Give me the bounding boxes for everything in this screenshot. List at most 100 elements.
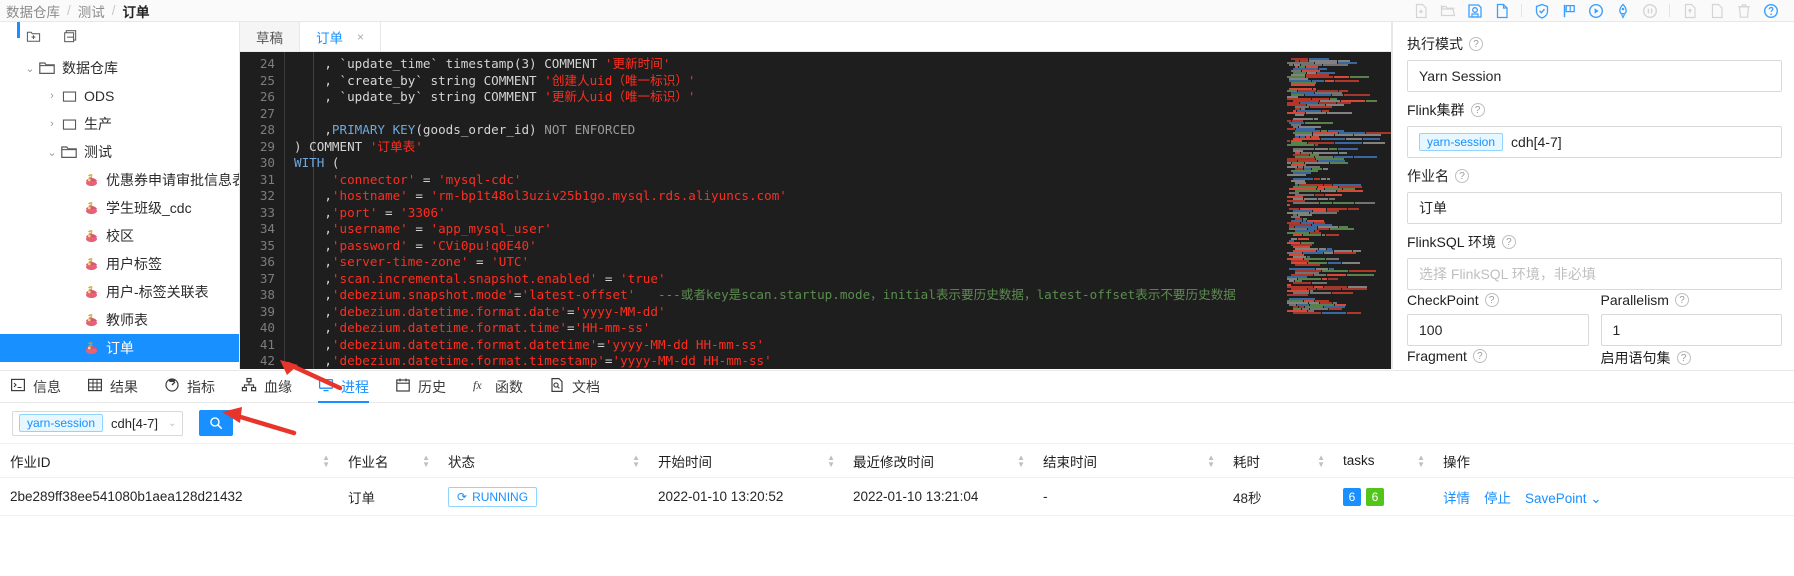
tab-lineage[interactable]: 血缘	[241, 371, 292, 403]
tree-caret[interactable]: ⌄	[22, 62, 38, 75]
code-lines[interactable]: , `update_time` timestamp(3) COMMENT '更新…	[284, 52, 1392, 369]
editor-tab-订单[interactable]: 订单 ×	[300, 22, 382, 51]
add-folder-button[interactable]	[26, 29, 41, 47]
flinksql-env-select[interactable]: 选择 FlinkSQL 环境，非必填	[1407, 258, 1782, 290]
tab-history[interactable]: 历史	[395, 371, 446, 403]
run-icon[interactable]	[1582, 0, 1609, 22]
tree-node-优惠券申请审批信息表[interactable]: 优惠券申请审批信息表	[0, 166, 239, 194]
sort-icon[interactable]: ▲ ▼	[1207, 453, 1215, 468]
help-icon[interactable]: ?	[1501, 235, 1516, 249]
detail-link[interactable]: 详情	[1443, 491, 1470, 506]
tree-node-ODS[interactable]: › ODS	[0, 82, 239, 110]
check-shield-icon[interactable]	[1528, 0, 1555, 22]
parallelism-input[interactable]: 1	[1600, 314, 1782, 346]
help-icon[interactable]: ?	[1470, 103, 1485, 117]
column-label: 最近修改时间	[853, 454, 934, 470]
sort-icon[interactable]: ▲ ▼	[632, 453, 640, 468]
column-label: tasks	[1343, 453, 1375, 468]
column-header-作业名[interactable]: 作业名 ▲ ▼	[338, 443, 438, 478]
export-icon[interactable]	[1676, 0, 1703, 22]
code-line: ,'scan.incremental.snapshot.enabled' = '…	[294, 270, 666, 286]
page-icon[interactable]	[1703, 0, 1730, 22]
sort-icon[interactable]: ▲ ▼	[1417, 453, 1425, 468]
help-icon[interactable]: ?	[1676, 351, 1691, 365]
fx-icon: fx	[472, 377, 488, 396]
column-header-耗时[interactable]: 耗时 ▲ ▼	[1223, 443, 1333, 478]
column-header-作业ID[interactable]: 作业ID ▲ ▼	[0, 443, 338, 478]
save-as-icon[interactable]	[1488, 0, 1515, 22]
sort-icon[interactable]: ▲ ▼	[1317, 453, 1325, 468]
tree-node-测试[interactable]: ⌄ 测试	[0, 138, 239, 166]
execution-mode-select[interactable]: Yarn Session	[1407, 60, 1782, 92]
line-number: 33	[259, 204, 275, 220]
sql-code-editor[interactable]: 2425262728293031323334353637383940414243…	[240, 52, 1392, 369]
tab-result[interactable]: 结果	[87, 371, 138, 403]
sort-icon[interactable]: ▲ ▼	[1017, 453, 1025, 468]
help-icon[interactable]: ?	[1455, 169, 1469, 183]
column-header-最近修改时间[interactable]: 最近修改时间 ▲ ▼	[843, 443, 1033, 478]
column-header-开始时间[interactable]: 开始时间 ▲ ▼	[648, 443, 843, 478]
tree-node-label: 学生班级_cdc	[106, 200, 192, 216]
tree-node-数据仓库[interactable]: ⌄ 数据仓库	[0, 54, 239, 82]
tab-process[interactable]: 进程	[318, 371, 369, 403]
tab-info[interactable]: 信息	[10, 371, 61, 403]
tree-caret[interactable]: ›	[44, 118, 60, 130]
help-icon[interactable]: ?	[1469, 37, 1483, 51]
editor-tab-草稿[interactable]: 草稿	[240, 22, 300, 51]
tree-node-学生班级_cdc[interactable]: 学生班级_cdc	[0, 194, 239, 222]
cluster-select-value: cdh[4-7]	[111, 415, 159, 431]
tree-node-用户标签[interactable]: 用户标签	[0, 250, 239, 278]
code-line: ,'server-time-zone' = 'UTC'	[294, 254, 530, 269]
help-icon[interactable]	[1757, 0, 1784, 22]
help-icon[interactable]: ?	[1472, 349, 1487, 363]
column-header-操作: 操作	[1433, 443, 1794, 478]
column-header-结束时间[interactable]: 结束时间 ▲ ▼	[1033, 443, 1223, 478]
delete-icon[interactable]	[1730, 0, 1757, 22]
tree-caret[interactable]: ⌄	[44, 146, 60, 159]
cluster-select[interactable]: yarn-session cdh[4-7] ⌄	[12, 410, 184, 436]
collapse-all-button[interactable]	[63, 29, 78, 47]
open-folder-icon[interactable]	[1434, 0, 1461, 22]
checkpoint-input[interactable]: 100	[1407, 314, 1589, 346]
field-label-text: Flink集群	[1407, 102, 1465, 118]
search-button[interactable]	[199, 410, 234, 436]
jobs-table-head: 作业ID ▲ ▼ 作业名 ▲ ▼ 状态 ▲ ▼ 开始时间 ▲ ▼ 最近修改时间 ▲ ▼ 结束时间 ▲ ▼ 耗时 ▲ ▼ t…	[0, 443, 1794, 478]
parallelism-label: Parallelism?	[1601, 292, 1783, 308]
code-line: ) COMMENT '订单表'	[294, 138, 423, 154]
code-minimap[interactable]	[1280, 52, 1392, 369]
tree-node-用户-标签关联表[interactable]: 用户-标签关联表	[0, 278, 239, 306]
close-icon[interactable]: ×	[357, 30, 364, 44]
sort-icon[interactable]: ▲ ▼	[827, 453, 835, 468]
sort-icon[interactable]: ▲ ▼	[322, 453, 330, 468]
tree-node-生产[interactable]: › 生产	[0, 110, 239, 138]
job-name-input[interactable]: 订单	[1407, 192, 1782, 224]
submit-rocket-icon[interactable]	[1609, 0, 1636, 22]
sitemap-icon	[241, 377, 257, 396]
sort-icon[interactable]: ▲ ▼	[422, 453, 430, 468]
bottom-tab-bar: 信息 结果 指标 血缘 进程 历史 fx 函数 文档	[0, 371, 1794, 403]
pause-icon[interactable]	[1636, 0, 1663, 22]
help-icon[interactable]: ?	[1484, 293, 1499, 307]
tree-node-订单[interactable]: 订单	[0, 334, 239, 362]
column-header-tasks[interactable]: tasks ▲ ▼	[1333, 443, 1433, 478]
breadcrumb-item-1[interactable]: 测试	[78, 1, 105, 21]
flag-icon[interactable]	[1555, 0, 1582, 22]
save-icon[interactable]	[1461, 0, 1488, 22]
column-header-状态[interactable]: 状态 ▲ ▼	[438, 443, 648, 478]
tab-function[interactable]: fx 函数	[472, 371, 523, 403]
breadcrumb-item-0[interactable]: 数据仓库	[6, 1, 60, 21]
cell-job-id: 2be289ff38ee541080b1aea128d21432	[0, 477, 338, 516]
tab-docs[interactable]: 文档	[549, 371, 600, 403]
tree-node-教师表[interactable]: 教师表	[0, 306, 239, 334]
breadcrumb-item-2[interactable]: 订单	[123, 1, 150, 21]
tree-caret[interactable]: ›	[44, 90, 60, 102]
tab-metrics[interactable]: 指标	[164, 371, 215, 403]
table-row[interactable]: 2be289ff38ee541080b1aea128d21432 订单 ⟳ RUN…	[0, 477, 1794, 516]
new-file-icon[interactable]	[1407, 0, 1434, 22]
stop-link[interactable]: 停止	[1484, 491, 1511, 506]
help-icon[interactable]: ?	[1674, 293, 1689, 307]
flink-cluster-select[interactable]: yarn-session cdh[4-7]	[1407, 126, 1782, 158]
savepoint-link[interactable]: SavePoint ⌄	[1525, 491, 1602, 506]
tree-node-校区[interactable]: 校区	[0, 222, 239, 250]
